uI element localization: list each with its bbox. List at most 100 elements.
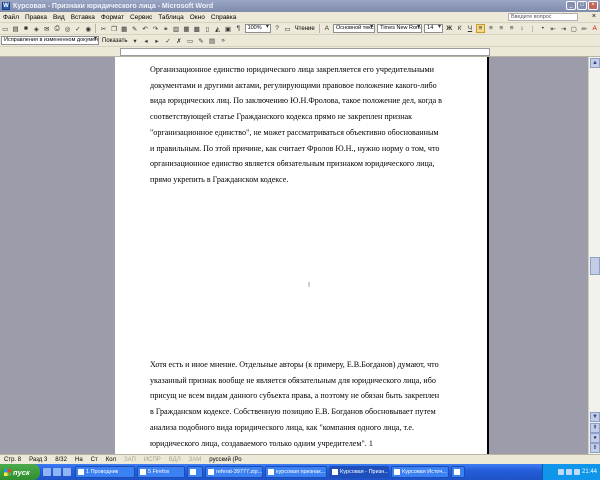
toolbar-options-icon[interactable]: » <box>219 36 228 45</box>
print-preview-icon[interactable]: ◎ <box>63 24 71 33</box>
track-changes-display-select[interactable]: Исправления в измененном документе <box>1 36 99 45</box>
menu-help[interactable]: Справка <box>208 14 240 21</box>
show-hide-icon[interactable]: ¶ <box>234 24 242 33</box>
print-icon[interactable]: ⎙ <box>53 24 61 33</box>
research-icon[interactable]: ◉ <box>84 24 92 33</box>
task-explorer[interactable]: 1 Проводник <box>75 466 135 478</box>
numbering-icon[interactable]: ⋮ <box>528 24 536 33</box>
start-button[interactable]: пуск <box>0 464 40 480</box>
task-zip[interactable]: referat-39777.zip... <box>205 466 263 478</box>
menu-table[interactable]: Таблица <box>155 14 187 21</box>
underline-icon[interactable]: Ч <box>466 24 474 33</box>
reviewing-pane-icon[interactable]: ▤ <box>208 36 217 45</box>
task-coursework-features[interactable]: курсовая признак... <box>265 466 327 478</box>
status-overtype[interactable]: ЗАМ <box>185 457 206 463</box>
redo-icon[interactable]: ↷ <box>151 24 159 33</box>
save-icon[interactable]: ■ <box>22 24 30 33</box>
bullets-icon[interactable]: • <box>539 24 547 33</box>
spelling-icon[interactable]: ✓ <box>74 24 82 33</box>
decrease-indent-icon[interactable]: ⇤ <box>549 24 557 33</box>
italic-icon[interactable]: К <box>455 24 463 33</box>
status-language[interactable]: русский (Ро <box>205 457 245 463</box>
status-track-changes[interactable]: ИСПР <box>140 457 165 463</box>
show-dropdown-icon[interactable]: ▾ <box>131 36 140 45</box>
tables-borders-icon[interactable]: ▥ <box>172 24 180 33</box>
status-extend[interactable]: ВДЛ <box>165 457 185 463</box>
align-justify-icon[interactable]: ≡ <box>476 24 485 33</box>
paste-icon[interactable]: ▦ <box>120 24 128 33</box>
menu-file[interactable]: Файл <box>0 14 22 21</box>
track-changes-icon[interactable]: ✎ <box>197 36 206 45</box>
undo-icon[interactable]: ↶ <box>141 24 149 33</box>
volume-icon[interactable] <box>573 469 580 475</box>
page-9[interactable]: Хотя есть и иное мнение. Отдельные автор… <box>115 335 489 454</box>
task-coursework-sources[interactable]: Курсовая Источ... <box>391 466 449 478</box>
reading-button[interactable]: Чтение <box>293 26 317 32</box>
scroll-thumb[interactable] <box>590 257 600 275</box>
status-record-macro[interactable]: ЗАП <box>120 457 140 463</box>
columns-icon[interactable]: ▯ <box>203 24 211 33</box>
copy-icon[interactable]: ❐ <box>110 24 118 33</box>
browse-object-icon[interactable]: ● <box>590 433 600 443</box>
format-painter-icon[interactable]: ✎ <box>130 24 138 33</box>
task-blank-2[interactable] <box>451 466 465 478</box>
word-app-icon[interactable]: W <box>2 2 10 10</box>
align-center-icon[interactable]: ≡ <box>487 24 495 33</box>
paragraph-other-opinion[interactable]: Хотя есть и иное мнение. Отдельные автор… <box>150 357 468 451</box>
maximize-button[interactable]: □ <box>577 1 587 10</box>
task-coursework-active[interactable]: Курсовая - Призн... <box>329 466 389 478</box>
menu-view[interactable]: Вид <box>50 14 68 21</box>
help-search-input[interactable]: Введите вопрос <box>508 13 578 21</box>
open-folder-icon[interactable]: ▤ <box>11 24 19 33</box>
show-button[interactable]: Показать <box>100 38 130 44</box>
increase-indent-icon[interactable]: ⇥ <box>559 24 567 33</box>
close-button[interactable]: × <box>588 1 598 10</box>
hyperlink-icon[interactable]: ⚭ <box>162 24 170 33</box>
reading-icon[interactable]: ▭ <box>283 24 291 33</box>
font-select[interactable]: Times New Roman <box>377 24 423 33</box>
document-area[interactable]: Организационное единство юридического ли… <box>0 57 588 454</box>
font-size-select[interactable]: 14 <box>424 24 444 33</box>
highlight-icon[interactable]: ✏ <box>580 24 588 33</box>
paragraph-organizational-unity[interactable]: Организационное единство юридического ли… <box>150 62 468 188</box>
new-document-icon[interactable]: ▭ <box>1 24 9 33</box>
previous-page-icon[interactable]: ⇞ <box>590 423 600 433</box>
insert-excel-icon[interactable]: ▩ <box>193 24 201 33</box>
next-change-icon[interactable]: ▸ <box>153 36 162 45</box>
menu-tools[interactable]: Сервис <box>127 14 155 21</box>
cut-icon[interactable]: ✂ <box>99 24 107 33</box>
vertical-scrollbar[interactable]: ▲ ▼ ⇞ ● ⇟ <box>588 57 600 454</box>
email-icon[interactable]: ✉ <box>43 24 51 33</box>
permission-icon[interactable]: ◈ <box>32 24 40 33</box>
scroll-down-icon[interactable]: ▼ <box>590 412 600 422</box>
minimize-button[interactable]: _ <box>566 1 576 10</box>
styles-pane-icon[interactable]: A <box>323 24 331 33</box>
page-8[interactable]: Организационное единство юридического ли… <box>115 57 489 382</box>
bold-icon[interactable]: Ж <box>445 24 453 33</box>
insert-table-icon[interactable]: ▦ <box>182 24 190 33</box>
zoom-select[interactable]: 100% <box>244 24 271 33</box>
reject-change-icon[interactable]: ✗ <box>175 36 184 45</box>
network-icon[interactable] <box>565 469 572 475</box>
accept-change-icon[interactable]: ✓ <box>164 36 173 45</box>
menu-window[interactable]: Окно <box>187 14 208 21</box>
previous-change-icon[interactable]: ◂ <box>142 36 151 45</box>
scroll-up-icon[interactable]: ▲ <box>590 58 600 68</box>
task-blank-1[interactable] <box>187 466 203 478</box>
media-player-icon[interactable] <box>63 468 71 476</box>
drawing-icon[interactable]: ◭ <box>213 24 221 33</box>
menu-format[interactable]: Формат <box>98 14 127 21</box>
menu-edit[interactable]: Правка <box>22 14 50 21</box>
align-left-icon[interactable]: ≡ <box>507 24 515 33</box>
task-firefox[interactable]: 5 Firefox <box>137 466 185 478</box>
new-comment-icon[interactable]: ▭ <box>186 36 195 45</box>
next-page-icon[interactable]: ⇟ <box>590 443 600 453</box>
show-desktop-icon[interactable] <box>43 468 51 476</box>
browser-icon[interactable] <box>53 468 61 476</box>
clock[interactable]: 21:44 <box>582 469 597 475</box>
font-color-icon[interactable]: A <box>590 24 598 33</box>
help-icon[interactable]: ? <box>273 24 281 33</box>
horizontal-ruler[interactable] <box>120 48 490 56</box>
menu-insert[interactable]: Вставка <box>68 14 98 21</box>
language-icon[interactable] <box>557 469 564 475</box>
